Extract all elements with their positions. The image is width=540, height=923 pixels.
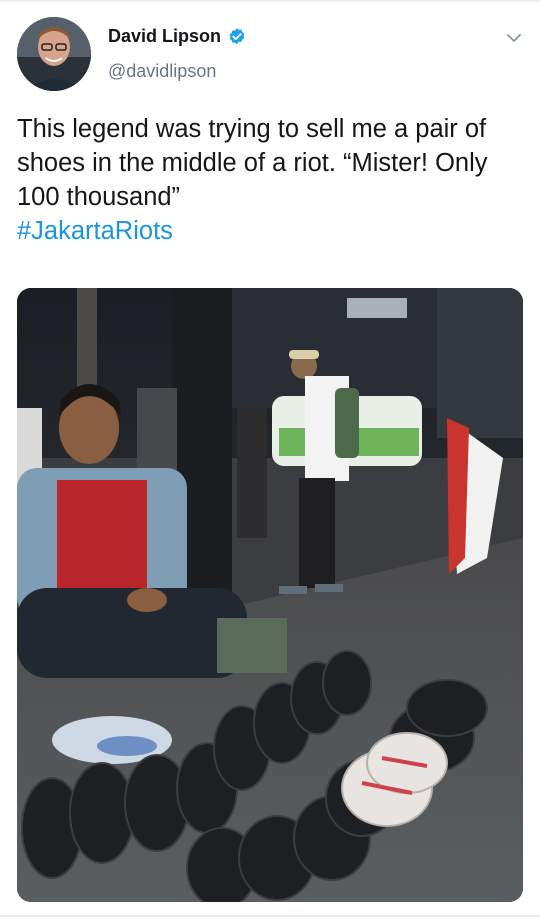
- bottom-divider: [0, 915, 540, 917]
- tweet-body: This legend was trying to sell me a pair…: [17, 115, 488, 211]
- top-divider: [0, 0, 540, 2]
- verified-badge-icon: [229, 27, 245, 44]
- author-name[interactable]: David Lipson: [108, 26, 221, 47]
- avatar-photo: [17, 17, 91, 91]
- tweet-photo[interactable]: [17, 288, 523, 902]
- hashtag-link[interactable]: #JakartaRiots: [17, 217, 173, 245]
- tweet-text: This legend was trying to sell me a pair…: [17, 112, 527, 248]
- author-avatar[interactable]: [17, 17, 91, 91]
- chevron-down-icon[interactable]: [504, 28, 524, 48]
- author-handle[interactable]: @davidlipson: [108, 61, 216, 82]
- street-vendor-photo: [17, 288, 523, 902]
